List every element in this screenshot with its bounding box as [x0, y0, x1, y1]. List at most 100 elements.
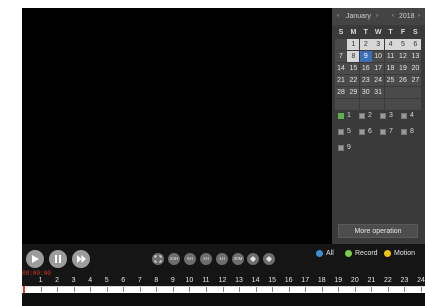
filter-all[interactable]: All — [316, 250, 334, 257]
channel-checkbox[interactable]: 7 — [380, 128, 393, 135]
scale-button-24h[interactable]: 24H — [168, 253, 180, 265]
calendar-day[interactable]: 7 — [335, 51, 347, 62]
channel-label: 7 — [389, 128, 393, 135]
scale-button-1h[interactable]: 1H — [216, 253, 228, 265]
next-year-icon[interactable]: › — [418, 13, 420, 19]
timeline-tick — [288, 287, 290, 292]
calendar-day[interactable]: 28 — [335, 87, 347, 98]
calendar-day[interactable]: 14 — [335, 63, 347, 74]
calendar-month: January — [346, 13, 371, 20]
scale-button-30m[interactable]: 30M — [232, 253, 244, 265]
calendar-empty-cell — [347, 99, 360, 110]
timeline-tick — [205, 287, 207, 292]
timeline-tick — [321, 287, 323, 292]
scale-button-2h[interactable]: 2H — [200, 253, 212, 265]
prev-year-icon[interactable]: ‹ — [392, 13, 394, 19]
calendar-day[interactable]: 20 — [409, 63, 422, 74]
timeline-tick — [189, 287, 191, 292]
hour-label: 10 — [185, 277, 194, 284]
calendar-day[interactable]: 31 — [372, 87, 385, 98]
calendar-day[interactable]: 27 — [409, 75, 422, 86]
play-icon — [32, 255, 39, 263]
channel-label: 9 — [347, 144, 351, 151]
timeline-tick — [139, 287, 141, 292]
channel-checkbox[interactable]: 5 — [338, 128, 351, 135]
calendar-day[interactable]: 13 — [409, 51, 422, 62]
channel-checkbox[interactable]: 9 — [338, 144, 351, 151]
scale-button-6h[interactable]: 6H — [184, 253, 196, 265]
weekday-label: T — [384, 27, 397, 38]
calendar-day[interactable]: 4 — [384, 39, 397, 50]
more-operation-button[interactable]: More operation — [338, 224, 418, 238]
fast-forward-button[interactable] — [72, 250, 90, 268]
weekday-label: S — [409, 27, 422, 38]
timeline-tick — [387, 287, 389, 292]
fullscreen-button[interactable] — [152, 253, 164, 265]
play-button[interactable] — [26, 250, 44, 268]
pause-icon — [55, 255, 61, 263]
calendar-day[interactable]: 8 — [347, 51, 360, 62]
calendar-day[interactable]: 12 — [396, 51, 409, 62]
calendar-day[interactable]: 15 — [347, 63, 360, 74]
hour-label: 9 — [170, 277, 175, 284]
zoom-in-icon — [250, 256, 256, 262]
timeline-bar[interactable] — [22, 286, 425, 293]
prev-month-icon[interactable]: ‹ — [337, 13, 339, 19]
timeline-tick — [354, 287, 356, 292]
filter-all-label: All — [326, 250, 334, 257]
checkbox-icon — [401, 128, 407, 135]
hour-label: 22 — [384, 277, 392, 284]
calendar-day[interactable]: 21 — [335, 75, 347, 86]
calendar-day[interactable]: 9 — [359, 51, 372, 62]
fast-forward-icon — [76, 255, 86, 263]
calendar-header: ‹ January › ‹ 2018 › — [332, 8, 425, 25]
calendar-day[interactable]: 29 — [347, 87, 360, 98]
channel-checkbox[interactable]: 6 — [359, 128, 372, 135]
calendar-day[interactable]: 1 — [347, 39, 360, 50]
filter-motion[interactable]: Motion — [384, 250, 415, 257]
calendar-week-row: 14 15 16 17 18 19 20 — [335, 63, 422, 74]
weekday-label: F — [396, 27, 409, 38]
zoom-in-button[interactable] — [247, 253, 259, 265]
calendar-day[interactable]: 3 — [372, 39, 385, 50]
filter-record[interactable]: Record — [345, 250, 378, 257]
calendar-day[interactable]: 6 — [409, 39, 422, 50]
calendar-day[interactable]: 10 — [372, 51, 385, 62]
calendar-empty-cell — [409, 99, 422, 110]
calendar-day[interactable]: 23 — [359, 75, 372, 86]
hour-label: 13 — [235, 277, 243, 284]
hour-label: 16 — [284, 277, 293, 284]
calendar-day[interactable]: 26 — [396, 75, 409, 86]
channel-checkbox[interactable]: 1 — [338, 112, 351, 119]
calendar-week-row: 7 8 9 10 11 12 13 — [335, 51, 422, 62]
calendar-day[interactable]: 18 — [384, 63, 397, 74]
filter-record-icon — [345, 250, 352, 257]
channel-checkbox[interactable]: 3 — [380, 112, 393, 119]
calendar-day[interactable]: 16 — [359, 63, 372, 74]
calendar-empty-cell — [335, 39, 347, 50]
timeline-tick — [172, 287, 174, 292]
channel-label: 8 — [410, 128, 414, 135]
checkbox-icon — [380, 128, 386, 135]
calendar-day[interactable]: 17 — [372, 63, 385, 74]
calendar-day[interactable]: 11 — [384, 51, 397, 62]
next-month-icon[interactable]: › — [376, 13, 378, 19]
calendar-day[interactable]: 24 — [372, 75, 385, 86]
calendar-day[interactable]: 22 — [347, 75, 360, 86]
channel-checkbox[interactable]: 8 — [401, 128, 414, 135]
checkbox-icon — [338, 144, 344, 151]
calendar-day[interactable]: 30 — [359, 87, 372, 98]
channel-checkbox[interactable]: 4 — [401, 112, 414, 119]
hour-label: 3 — [71, 277, 76, 284]
calendar-year: 2018 — [399, 13, 415, 20]
zoom-out-button[interactable] — [263, 253, 275, 265]
hour-label: 21 — [367, 277, 376, 284]
calendar-day[interactable]: 5 — [396, 39, 409, 50]
calendar-day[interactable]: 25 — [384, 75, 397, 86]
video-playback-area[interactable] — [22, 8, 332, 244]
pause-button[interactable] — [49, 250, 67, 268]
calendar-day[interactable]: 2 — [359, 39, 372, 50]
calendar-weekday-row: SMTWTFS — [335, 27, 422, 38]
calendar-day[interactable]: 19 — [396, 63, 409, 74]
channel-checkbox[interactable]: 2 — [359, 112, 372, 119]
